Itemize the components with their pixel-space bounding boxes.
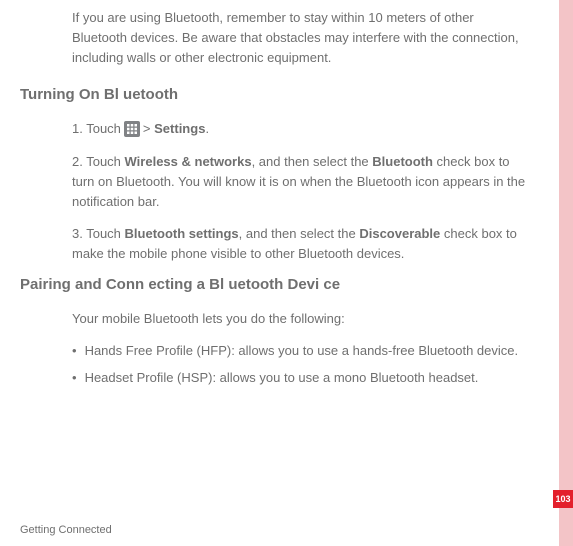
step-1-settings: Settings <box>154 119 205 139</box>
heading-pairing: Pairing and Conn ecting a Bl uetooth Dev… <box>20 276 528 293</box>
step-1-period: . <box>205 119 209 139</box>
step-2-prefix: 2. Touch <box>72 154 125 169</box>
page-number-tab: 103 <box>553 490 573 508</box>
page-number: 103 <box>555 494 570 504</box>
bullet-hfp: • Hands Free Profile (HFP): allows you t… <box>72 341 528 361</box>
bullet-marker: • <box>72 368 77 388</box>
step-3-mid1: , and then select the <box>239 226 360 241</box>
step-2-mid1: , and then select the <box>252 154 373 169</box>
step-3: 3. Touch Bluetooth settings, and then se… <box>72 224 528 264</box>
footer-section-title: Getting Connected <box>20 524 112 536</box>
pairing-intro: Your mobile Bluetooth lets you do the fo… <box>72 309 528 329</box>
step-3-bold2: Discoverable <box>359 226 440 241</box>
bullet-hsp-text: Headset Profile (HSP): allows you to use… <box>85 368 479 388</box>
apps-grid-icon <box>124 121 140 137</box>
step-3-bold1: Bluetooth settings <box>125 226 239 241</box>
step-2: 2. Touch Wireless & networks, and then s… <box>72 152 528 212</box>
bullet-marker: • <box>72 341 77 361</box>
side-color-bar <box>559 0 573 546</box>
intro-paragraph: If you are using Bluetooth, remember to … <box>72 8 528 68</box>
step-1: 1. Touch > Settings. <box>72 119 528 139</box>
page-footer: Getting Connected <box>20 520 573 540</box>
step-1-prefix: 1. Touch <box>72 119 121 139</box>
heading-turning-on-bluetooth: Turning On Bl uetooth <box>20 86 528 103</box>
step-2-bold1: Wireless & networks <box>125 154 252 169</box>
step-3-prefix: 3. Touch <box>72 226 125 241</box>
step-2-bold2: Bluetooth <box>372 154 433 169</box>
bullet-hsp: • Headset Profile (HSP): allows you to u… <box>72 368 528 388</box>
step-1-gt: > <box>143 119 151 139</box>
bullet-hfp-text: Hands Free Profile (HFP): allows you to … <box>85 341 519 361</box>
